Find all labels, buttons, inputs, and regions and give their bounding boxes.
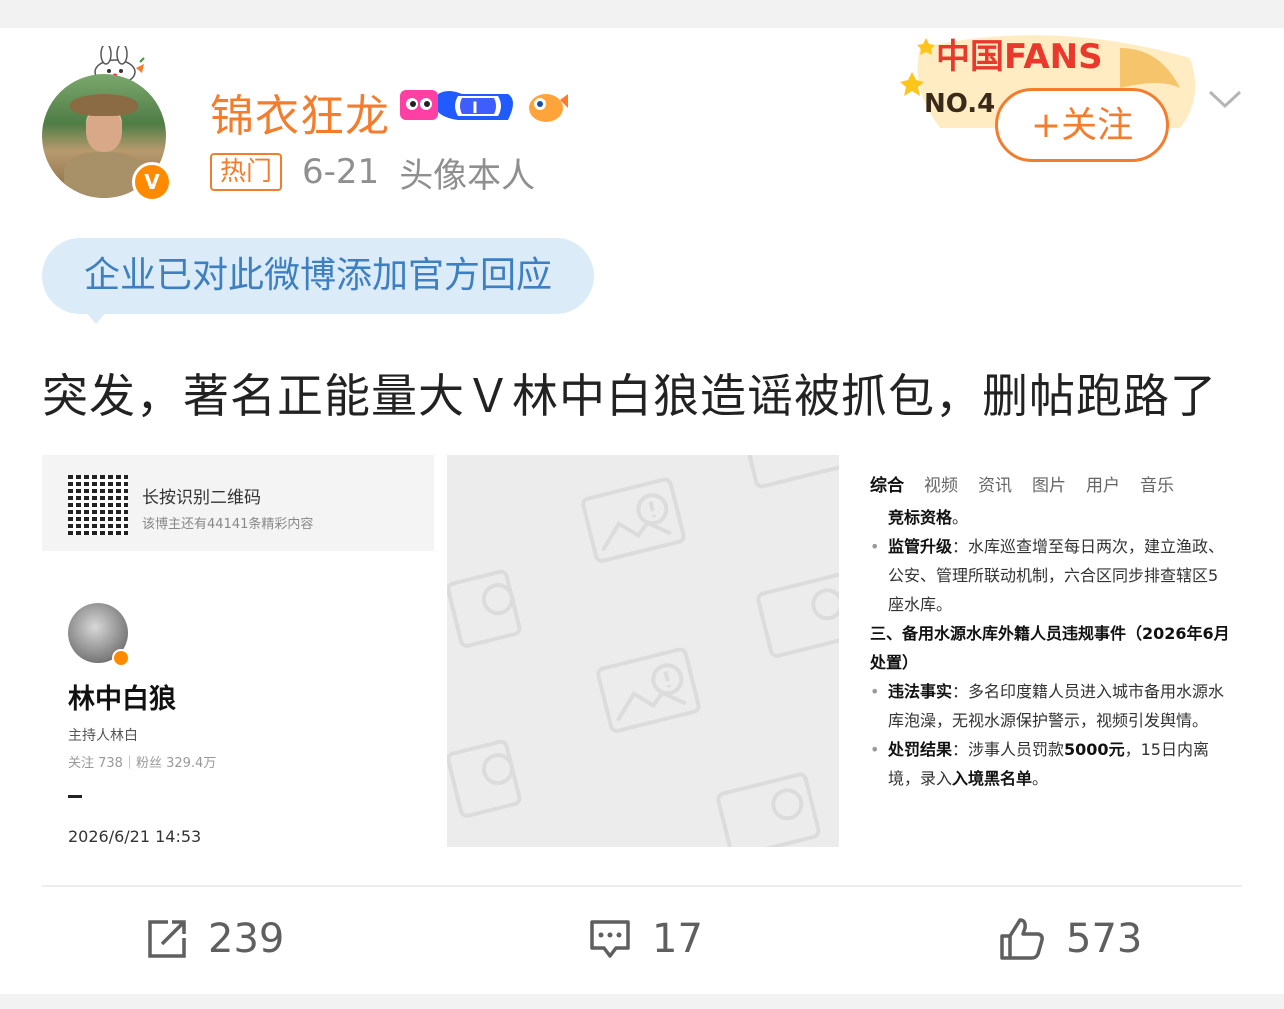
hot-tag[interactable]: 热门 (210, 153, 283, 191)
profile-name: 林中白狼 (68, 684, 176, 715)
profile-stats: 关注 738｜粉丝 329.4万 (68, 756, 217, 771)
user-badges: I (400, 86, 570, 126)
like-icon (1000, 918, 1044, 960)
post-source: 头像本人 (399, 155, 536, 196)
dash-mark (68, 795, 82, 798)
repost-button[interactable]: 239 (146, 912, 284, 966)
search-result-text: 竞标资格。 监管升级：水库巡查增至每日两次，建立渔政、公安、管理所联动机制，六合… (870, 503, 1230, 793)
tab-users: 用户 (1086, 476, 1120, 496)
post-text: 突发，著名正能量大Ｖ林中白狼造谣被抓包，删帖跑路了 (42, 369, 1217, 423)
comment-count: 17 (652, 916, 703, 962)
qr-title: 长按识别二维码 (142, 488, 261, 508)
repost-icon (148, 920, 186, 958)
profile-timestamp: 2026/6/21 14:53 (68, 827, 202, 846)
bullet3-label: 处罚结果 (888, 740, 953, 759)
repost-count: 239 (208, 916, 285, 962)
like-count: 573 (1066, 916, 1143, 962)
tab-video: 视频 (924, 476, 958, 496)
line0-suffix: 。 (952, 508, 969, 527)
qr-subtitle: 该博主还有44141条精彩内容 (142, 517, 314, 532)
post-meta: 热门 6-21 头像本人 (210, 150, 536, 196)
fans-badge-title: 中国FANS (936, 37, 1103, 77)
post-image-1[interactable]: 长按识别二维码 该博主还有44141条精彩内容 林中白狼 主持人林白 关注 73… (42, 455, 434, 847)
comment-icon (590, 920, 630, 958)
tab-news: 资讯 (978, 476, 1012, 496)
tab-images: 图片 (1032, 476, 1066, 496)
qr-section: 长按识别二维码 该博主还有44141条精彩内容 (42, 455, 434, 551)
like-button[interactable]: 573 (998, 912, 1142, 966)
search-tabs: 综合 视频 资讯 图片 用户 音乐 (870, 471, 1194, 496)
bottom-gap (0, 994, 1284, 1009)
bullet3-text-c: 。 (1032, 769, 1049, 788)
section-heading: 三、备用水源水库外籍人员违规事件（2026年6月处置） (870, 624, 1230, 672)
avatar[interactable]: V (42, 46, 172, 202)
fans-badge-rank: NO.4 (924, 89, 995, 119)
membership-badge-icon: I (400, 90, 568, 122)
comment-button[interactable]: 17 (588, 912, 703, 966)
line0-label: 竞标资格 (888, 508, 953, 527)
tab-comprehensive: 综合 (870, 476, 904, 496)
image-placeholder-icon (447, 455, 839, 847)
bullet3-fine: 5000元 (1064, 740, 1125, 759)
profile-desc: 主持人林白 (68, 728, 138, 744)
post-image-3[interactable]: 综合 视频 资讯 图片 用户 音乐 竞标资格。 监管升级：水库巡查增至每日两次，… (852, 455, 1244, 847)
top-gap (0, 0, 1284, 28)
tab-music: 音乐 (1140, 476, 1174, 496)
user-name[interactable]: 锦衣狂龙 (210, 80, 390, 144)
action-divider (42, 885, 1242, 887)
bullet3-blacklist: 入境黑名单 (952, 769, 1033, 788)
svg-text:I: I (472, 98, 478, 117)
post-image-2[interactable] (447, 455, 839, 847)
official-response-tail (84, 310, 108, 324)
official-response-banner[interactable]: 企业已对此微博添加官方回应 (42, 238, 594, 314)
verified-dot-icon (112, 649, 130, 667)
post-date: 6-21 (302, 152, 380, 192)
bullet1-label: 监管升级 (888, 537, 953, 556)
bullet2-label: 违法事实 (888, 682, 953, 701)
follow-button[interactable]: +关注 (995, 88, 1169, 162)
bullet3-text-a: ：涉事人员罚款 (952, 740, 1065, 759)
chevron-down-icon[interactable] (1208, 88, 1242, 112)
verified-badge: V (132, 162, 172, 202)
